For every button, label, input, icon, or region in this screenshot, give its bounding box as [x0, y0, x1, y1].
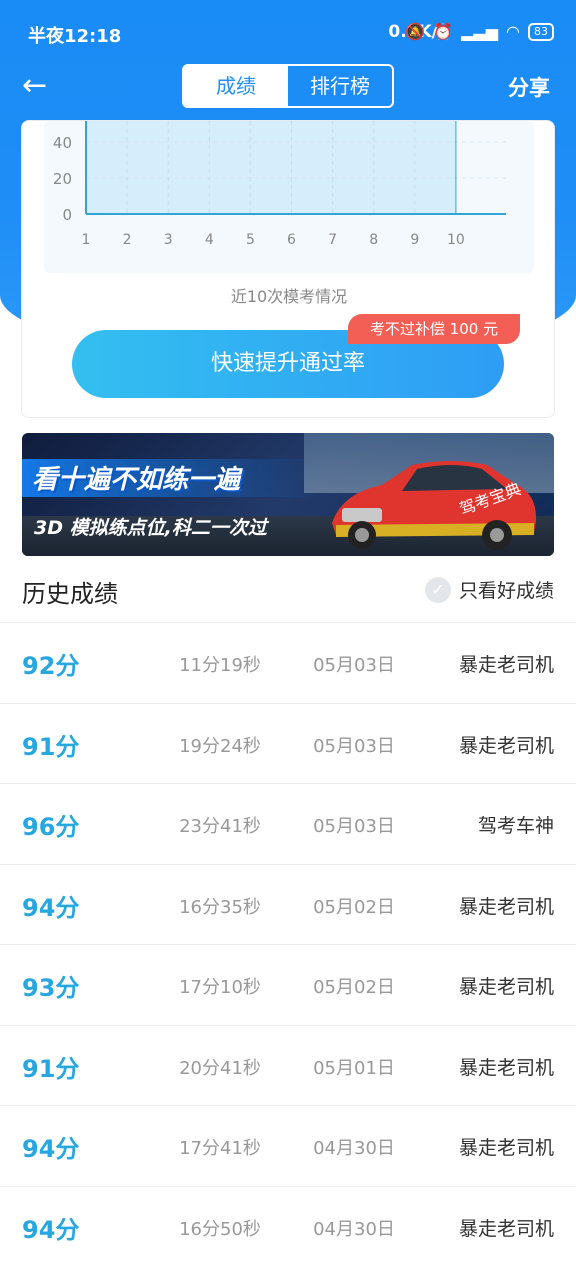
car-image: 驾考宝典	[332, 461, 537, 550]
y-tick-label: 0	[62, 206, 72, 224]
x-tick-label: 8	[369, 232, 378, 248]
duration-cell: 17分41秒	[179, 1138, 261, 1159]
share-button[interactable]: 分享	[508, 72, 550, 102]
score-chart: 40 20 01 2 3 4 5 6 7 8 9 10	[53, 121, 506, 248]
date-cell: 04月30日	[313, 1138, 395, 1159]
score-chart-card: 40 20 0 1 2 3 4 5 6 7 8 9 10 近10次模考情况 快速提升通过率 考不过补偿 …	[21, 120, 555, 418]
date-cell: 05月03日	[313, 655, 395, 676]
chart-area	[86, 121, 456, 214]
user-cell: 暴走老司机	[458, 976, 554, 998]
mute-bell-icon: 🔕	[405, 22, 426, 41]
only-good-scores-label: 只看好成绩	[458, 580, 554, 602]
date-cell: 05月03日	[313, 735, 395, 757]
table-row[interactable]: 92分 11分19秒 05月03日 暴走老司机	[0, 622, 576, 703]
alarm-icon: ⏰	[433, 22, 454, 41]
date-cell: 05月02日	[313, 896, 395, 918]
x-tick-label: 10	[447, 232, 465, 248]
only-good-scores-toggle[interactable]: ✓ 只看好成绩	[424, 576, 554, 603]
table-row[interactable]: 91分 19分24秒 05月03日 暴走老司机	[0, 702, 576, 784]
x-tick-label: 2	[123, 232, 132, 248]
compensation-badge: 考不过补偿 100 元	[348, 314, 520, 344]
x-tick-label: 7	[328, 232, 337, 248]
score-cell: 94分	[22, 1215, 80, 1244]
score-cell: 96分	[22, 813, 80, 841]
user-cell: 暴走老司机	[458, 1056, 554, 1079]
history-list: 92分 11分19秒 05月03日 暴走老司机 91分 19分24秒 05月03日 暴走老司机…	[0, 622, 576, 1266]
user-cell: 暴走老司机	[458, 734, 554, 757]
duration-cell: 23分41秒	[179, 816, 261, 837]
y-tick-label: 20	[53, 170, 72, 188]
score-cell: 91分	[22, 732, 80, 761]
date-cell: 04月30日	[313, 1218, 395, 1240]
table-row[interactable]: 94分 16分35秒 05月02日 暴走老司机	[0, 863, 576, 945]
date-cell: 05月01日	[313, 1057, 395, 1079]
status-icons: 🔕 ⏰ ▂▃▅ ◠ 83	[405, 22, 554, 41]
user-cell: 暴走老司机	[458, 1217, 554, 1240]
banner-subline: 3D 模拟练点位,科二一次过	[34, 517, 267, 539]
table-row[interactable]: 96分 23分41秒 05月03日 驾考车神	[0, 783, 576, 864]
x-tick-label: 1	[82, 232, 91, 248]
signal-icon: ▂▃▅	[461, 22, 499, 41]
score-cell: 93分	[22, 974, 80, 1002]
tab-ranking[interactable]: 排行榜	[288, 66, 392, 106]
status-bar: 半夜12:18 0.0K/s 🔕 ⏰ ▂▃▅ ◠ 83	[0, 0, 576, 70]
table-row[interactable]: 93分 17分10秒 05月02日 暴走老司机	[0, 944, 576, 1025]
wifi-icon: ◠	[506, 22, 520, 41]
score-cell: 92分	[22, 652, 80, 680]
duration-cell: 11分19秒	[179, 655, 261, 676]
user-cell: 暴走老司机	[458, 654, 554, 676]
x-tick-label: 4	[205, 232, 214, 248]
x-tick-label: 9	[410, 232, 419, 248]
table-row[interactable]: 91分 20分41秒 05月01日 暴走老司机	[0, 1024, 576, 1106]
duration-cell: 16分35秒	[179, 896, 261, 918]
score-cell: 94分	[22, 1135, 80, 1163]
table-row[interactable]: 94分 16分50秒 04月30日 暴走老司机	[0, 1185, 576, 1267]
duration-cell: 17分10秒	[179, 977, 261, 998]
banner-headline: 看十遍不如练一遍	[32, 465, 241, 495]
duration-cell: 19分24秒	[179, 735, 261, 757]
tab-scores[interactable]: 成绩	[184, 66, 288, 106]
history-title: 历史成绩	[22, 580, 118, 608]
x-tick-label: 3	[164, 232, 173, 248]
date-cell: 05月02日	[313, 977, 395, 998]
user-cell: 暴走老司机	[458, 895, 554, 918]
back-arrow-icon[interactable]: ←	[22, 68, 58, 104]
duration-cell: 20分41秒	[179, 1057, 261, 1079]
promo-banner[interactable]: 看十遍不如练一遍 3D 模拟练点位,科二一次过 驾考宝典	[22, 433, 554, 556]
x-tick-label: 5	[246, 232, 255, 248]
nav-bar: ← 成绩 排行榜 分享	[0, 62, 576, 110]
user-cell: 驾考车神	[477, 815, 554, 837]
chart-caption: 近10次模考情况	[230, 287, 348, 306]
duration-cell: 16分50秒	[179, 1218, 261, 1240]
date-cell: 05月03日	[313, 816, 395, 837]
score-cell: 91分	[22, 1054, 80, 1083]
status-time: 半夜12:18	[28, 26, 122, 47]
score-cell: 94分	[22, 893, 80, 922]
user-cell: 暴走老司机	[458, 1137, 554, 1159]
battery-icon: 83	[528, 22, 554, 41]
table-row[interactable]: 94分 17分41秒 04月30日 暴走老司机	[0, 1105, 576, 1186]
x-tick-label: 6	[287, 232, 296, 248]
segmented-tabs: 成绩 排行榜	[182, 64, 394, 108]
y-tick-label: 40	[53, 134, 72, 152]
check-circle-icon[interactable]: ✓	[424, 576, 451, 603]
